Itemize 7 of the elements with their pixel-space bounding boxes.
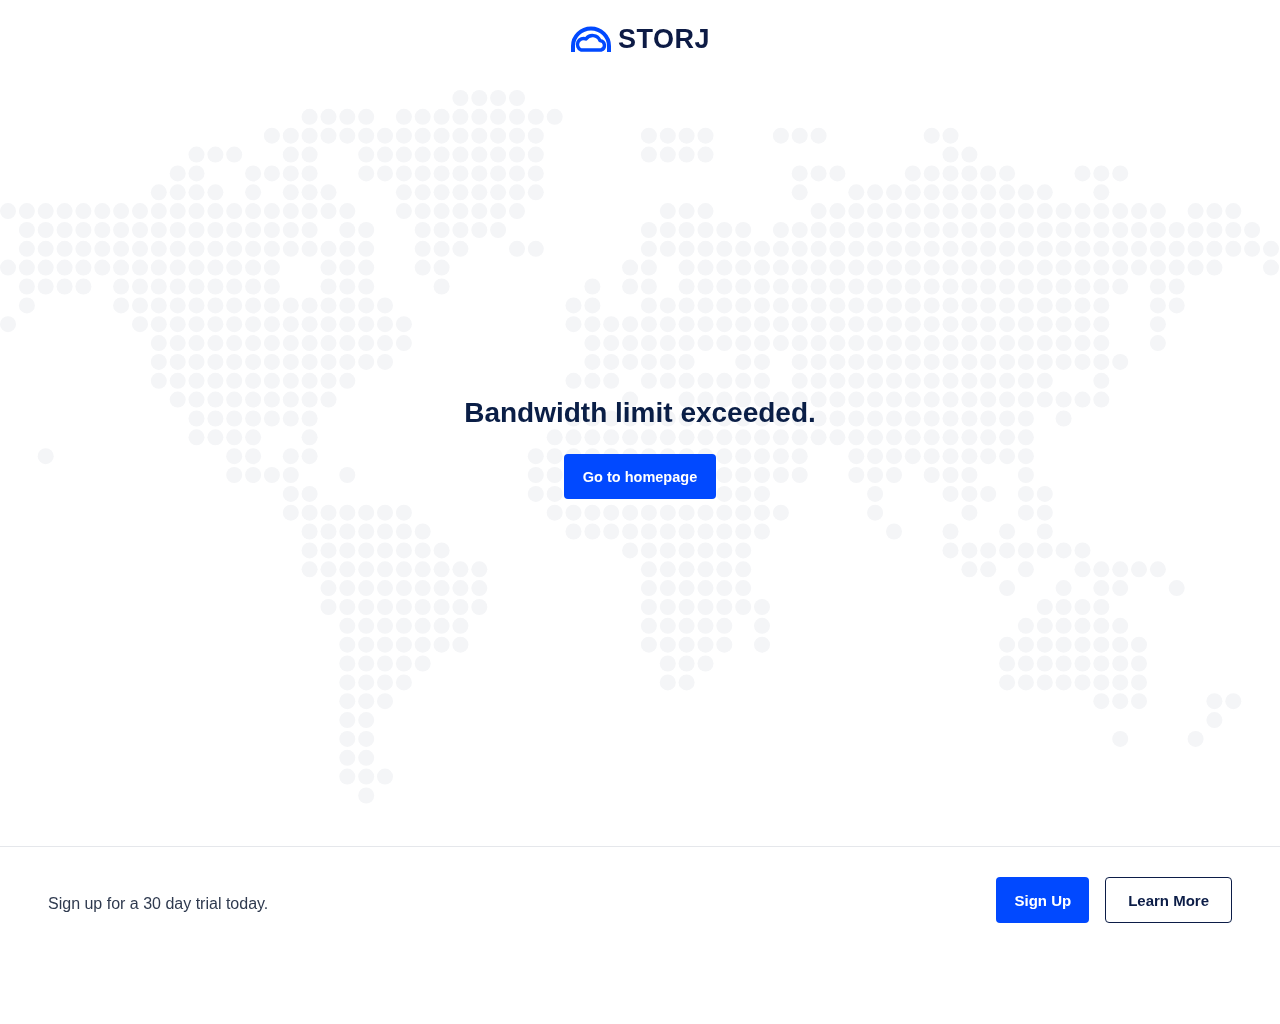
cloud-arch-icon	[570, 25, 612, 53]
error-headline: Bandwidth limit exceeded.	[464, 396, 816, 430]
sign-up-button[interactable]: Sign Up	[996, 877, 1090, 923]
homepage-button[interactable]: Go to homepage	[563, 454, 717, 499]
learn-more-button[interactable]: Learn More	[1105, 877, 1232, 923]
trial-message: Sign up for a 30 day trial today.	[48, 894, 269, 914]
logo-wordmark: STORJ	[618, 23, 710, 56]
